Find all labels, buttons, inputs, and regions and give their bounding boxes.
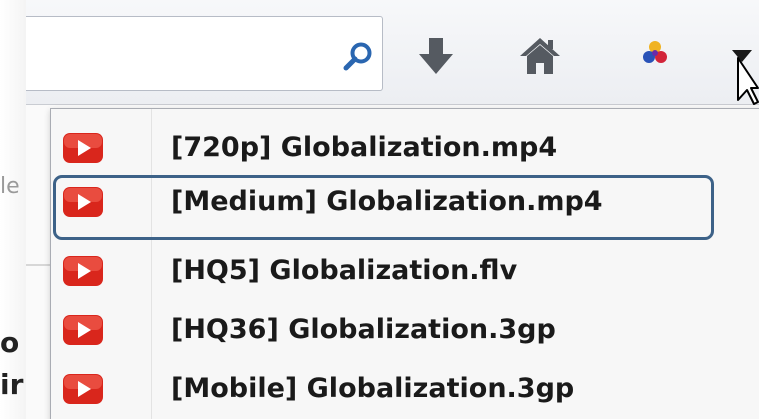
browser-toolbar [26, 0, 759, 105]
youtube-icon [63, 374, 103, 404]
youtube-icon [63, 315, 103, 345]
menu-item-label: [720p] Globalization.mp4 [171, 131, 558, 163]
menu-item-mobile-3gp[interactable]: [Mobile] Globalization.3gp [51, 362, 759, 416]
menu-item-medium-mp4[interactable]: [Medium] Globalization.mp4 [51, 175, 759, 229]
page-text-fragment: le [0, 174, 20, 199]
search-input[interactable] [26, 17, 316, 90]
youtube-icon [63, 133, 103, 163]
download-arrow-icon[interactable] [418, 36, 454, 76]
menu-item-label: [HQ5] Globalization.flv [171, 254, 518, 286]
menu-item-label: [Medium] Globalization.mp4 [171, 185, 603, 217]
search-icon[interactable] [342, 41, 374, 73]
menu-item-label: [Mobile] Globalization.3gp [171, 372, 575, 404]
menu-item-label: [HQ36] Globalization.3gp [171, 313, 556, 345]
menu-item-720p-mp4[interactable]: [720p] Globalization.mp4 [51, 121, 759, 175]
search-box [26, 16, 383, 91]
youtube-icon [63, 187, 103, 217]
browser-window: le o ir [720p] Globalization.mp4 [Medium… [0, 0, 759, 419]
addon-icon[interactable] [640, 38, 670, 68]
menu-item-hq5-flv[interactable]: [HQ5] Globalization.flv [51, 244, 759, 298]
page-text-fragment: ir [0, 368, 24, 401]
page-text-fragment: o [0, 326, 20, 359]
mouse-cursor-icon [737, 57, 759, 105]
home-icon[interactable] [518, 36, 562, 76]
youtube-icon [63, 256, 103, 286]
menu-item-hq36-3gp[interactable]: [HQ36] Globalization.3gp [51, 303, 759, 357]
download-menu: [720p] Globalization.mp4 [Medium] Global… [50, 108, 759, 419]
